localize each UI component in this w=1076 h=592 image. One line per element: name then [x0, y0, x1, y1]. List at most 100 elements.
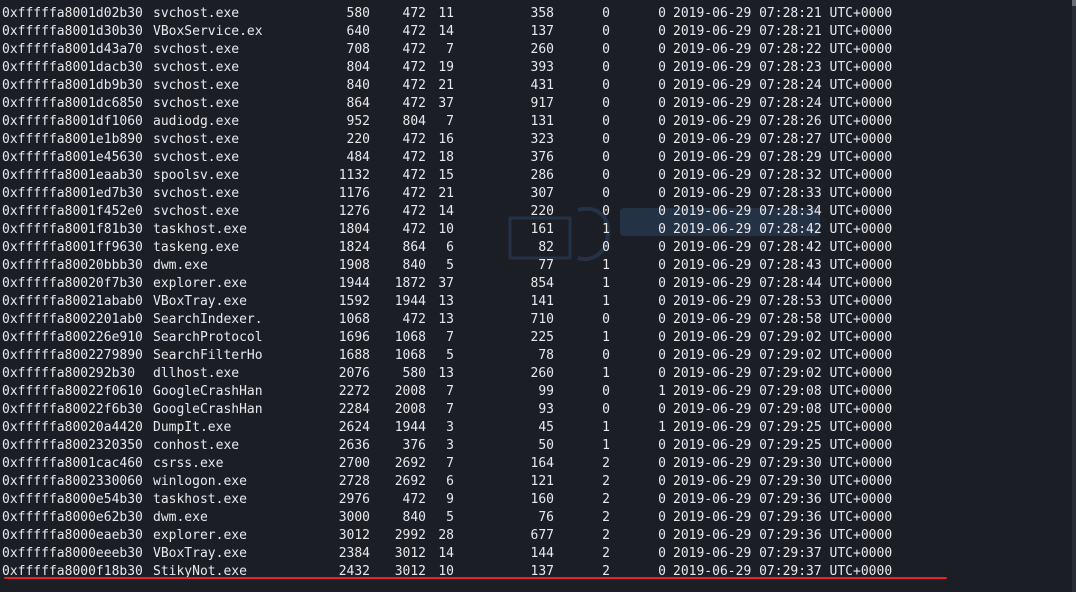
process-pid: 1944: [338, 276, 370, 291]
process-name: DumpIt.exe: [153, 420, 232, 435]
process-session: 0: [602, 60, 610, 75]
process-pid: 2728: [338, 474, 370, 489]
process-pid: 640: [346, 24, 370, 39]
process-offset: 0xfffffa8002201ab0: [2, 312, 143, 327]
process-start-time: 2019-06-29 07:28:23 UTC+0000: [673, 60, 893, 75]
process-start-time: 2019-06-29 07:28:26 UTC+0000: [673, 114, 893, 129]
process-session: 2: [602, 474, 610, 489]
process-handles: 77: [538, 258, 554, 273]
process-session: 1: [602, 294, 610, 309]
process-ppid: 840: [402, 258, 426, 273]
process-offset: 0xfffffa80022f0610: [2, 384, 143, 399]
process-pid: 3000: [338, 510, 370, 525]
process-threads: 15: [438, 168, 454, 183]
process-session: 0: [602, 186, 610, 201]
process-handles: 76: [538, 510, 554, 525]
process-offset: 0xfffffa8001df1060: [2, 114, 143, 129]
process-ppid: 840: [402, 510, 426, 525]
process-name: audiodg.exe: [153, 114, 240, 129]
process-session: 1: [602, 222, 610, 237]
process-handles: 99: [538, 384, 554, 399]
process-pid: 2636: [338, 438, 370, 453]
process-ppid: 2008: [394, 384, 426, 399]
process-name: svchost.exe: [153, 186, 240, 201]
process-ppid: 472: [402, 24, 426, 39]
process-pid: 2284: [338, 402, 370, 417]
process-pid: 484: [346, 150, 370, 165]
process-ppid: 580: [402, 366, 426, 381]
process-pid: 3012: [338, 528, 370, 543]
process-ppid: 2692: [394, 456, 426, 471]
process-handles: 131: [530, 114, 554, 129]
process-threads: 7: [446, 114, 454, 129]
process-session: 0: [602, 96, 610, 111]
process-offset: 0xfffffa8001e45630: [2, 150, 143, 165]
process-offset: 0xfffffa80021abab0: [2, 294, 143, 309]
process-name: dwm.exe: [153, 258, 208, 273]
process-session: 0: [602, 402, 610, 417]
process-ppid: 472: [402, 312, 426, 327]
scrollbar-thumb[interactable]: [1072, 0, 1076, 6]
process-handles: 286: [530, 168, 554, 183]
process-wow64: 0: [658, 438, 666, 453]
process-name: svchost.exe: [153, 60, 240, 75]
process-session: 2: [602, 546, 610, 561]
process-pid: 2700: [338, 456, 370, 471]
process-offset: 0xfffffa8000eeeb30: [2, 546, 143, 561]
process-pid: 1068: [338, 312, 370, 327]
process-ppid: 1872: [394, 276, 426, 291]
process-handles: 164: [530, 456, 554, 471]
process-handles: 710: [530, 312, 554, 327]
process-start-time: 2019-06-29 07:28:44 UTC+0000: [673, 276, 893, 291]
process-session: 1: [602, 330, 610, 345]
process-session: 1: [602, 276, 610, 291]
process-name: winlogon.exe: [153, 474, 247, 489]
process-wow64: 0: [658, 78, 666, 93]
process-handles: 144: [530, 546, 554, 561]
process-start-time: 2019-06-29 07:29:30 UTC+0000: [673, 474, 893, 489]
process-offset: 0xfffffa8001eaab30: [2, 168, 143, 183]
scrollbar-track[interactable]: [1072, 0, 1076, 592]
process-handles: 376: [530, 150, 554, 165]
process-handles: 220: [530, 204, 554, 219]
process-handles: 93: [538, 402, 554, 417]
process-wow64: 0: [658, 294, 666, 309]
process-session: 1: [602, 366, 610, 381]
terminal-window[interactable]: 0xfffffa8001d02b30 svchost.exe 580 472 11 358…: [0, 0, 1076, 592]
process-threads: 7: [446, 330, 454, 345]
process-ppid: 472: [402, 6, 426, 21]
process-session: 2: [602, 492, 610, 507]
process-wow64: 0: [658, 312, 666, 327]
process-name: svchost.exe: [153, 150, 240, 165]
process-name: dllhost.exe: [153, 366, 240, 381]
process-wow64: 0: [658, 24, 666, 39]
process-wow64: 0: [658, 42, 666, 57]
process-start-time: 2019-06-29 07:28:24 UTC+0000: [673, 78, 893, 93]
process-start-time: 2019-06-29 07:28:58 UTC+0000: [673, 312, 893, 327]
process-pid: 1276: [338, 204, 370, 219]
process-wow64: 0: [658, 456, 666, 471]
process-pid: 2624: [338, 420, 370, 435]
process-pid: 1132: [338, 168, 370, 183]
process-session: 0: [602, 384, 610, 399]
process-session: 2: [602, 528, 610, 543]
process-threads: 28: [438, 528, 454, 543]
process-ppid: 2692: [394, 474, 426, 489]
process-pid: 2976: [338, 492, 370, 507]
process-pid: 1696: [338, 330, 370, 345]
process-threads: 5: [446, 510, 454, 525]
process-threads: 14: [438, 204, 454, 219]
process-threads: 21: [438, 186, 454, 201]
process-name: svchost.exe: [153, 78, 240, 93]
process-wow64: 0: [658, 258, 666, 273]
process-wow64: 0: [658, 330, 666, 345]
process-ppid: 472: [402, 42, 426, 57]
process-offset: 0xfffffa8002279890: [2, 348, 143, 363]
process-wow64: 0: [658, 546, 666, 561]
process-wow64: 0: [658, 114, 666, 129]
process-ppid: 804: [402, 114, 426, 129]
process-offset: 0xfffffa8000e62b30: [2, 510, 143, 525]
process-handles: 358: [530, 6, 554, 21]
process-handles: 121: [530, 474, 554, 489]
process-threads: 18: [438, 150, 454, 165]
